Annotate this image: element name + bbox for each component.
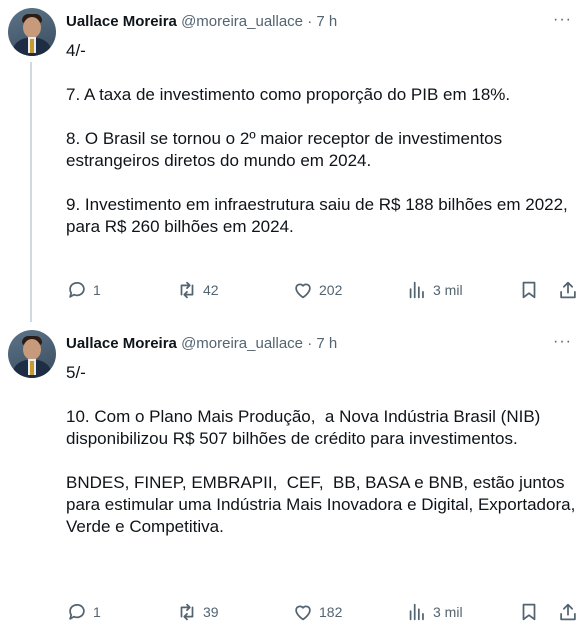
tweet-actions: 1 42 202 3 mil: [66, 278, 584, 302]
views-count: 3 mil: [433, 604, 463, 620]
more-options-icon[interactable]: ···: [553, 332, 572, 352]
share-icon: [560, 603, 576, 621]
reply-button[interactable]: 1: [66, 600, 101, 624]
timestamp[interactable]: 7 h: [316, 13, 337, 30]
tweet-feed: Uallace Moreira @moreira_uallace · 7 h ·…: [0, 0, 584, 633]
like-button[interactable]: 202: [292, 278, 342, 302]
retweet-button[interactable]: 42: [176, 278, 219, 302]
reply-button[interactable]: 1: [66, 278, 101, 302]
bookmark-icon: [522, 281, 536, 299]
retweet-count: 42: [203, 282, 219, 298]
author-handle[interactable]: @moreira_uallace: [181, 13, 303, 30]
author-name[interactable]: Uallace Moreira: [66, 13, 177, 30]
like-count: 182: [319, 604, 343, 620]
share-button[interactable]: [557, 600, 579, 624]
views-chart-icon: [409, 281, 424, 299]
tweet-header: Uallace Moreira @moreira_uallace · 7 h: [66, 12, 337, 32]
reply-icon: [69, 281, 85, 298]
share-icon: [560, 281, 576, 299]
thread-connector-line: [30, 62, 32, 322]
like-button[interactable]: 182: [292, 600, 342, 624]
retweet-count: 39: [203, 604, 219, 620]
heart-icon: [295, 605, 311, 621]
retweet-icon: [180, 603, 194, 621]
more-options-icon[interactable]: ···: [553, 10, 572, 30]
tweet-text: 4/- 7. A taxa de investimento como propo…: [66, 41, 568, 236]
separator-dot: ·: [307, 335, 313, 352]
avatar[interactable]: [8, 330, 56, 378]
author-handle[interactable]: @moreira_uallace: [181, 335, 303, 352]
retweet-button[interactable]: 39: [176, 600, 219, 624]
bookmark-button[interactable]: [518, 278, 540, 302]
author-name[interactable]: Uallace Moreira: [66, 335, 177, 352]
timestamp[interactable]: 7 h: [316, 335, 337, 352]
tweet[interactable]: Uallace Moreira @moreira_uallace · 7 h ·…: [0, 0, 584, 322]
reply-count: 1: [93, 604, 101, 620]
views-chart-icon: [409, 603, 424, 621]
reply-count: 1: [93, 282, 101, 298]
tweet-text: 5/- 10. Com o Plano Mais Produção, a Nov…: [66, 363, 576, 536]
separator-dot: ·: [307, 13, 313, 30]
share-button[interactable]: [557, 278, 579, 302]
retweet-icon: [180, 281, 194, 299]
views-button[interactable]: 3 mil: [406, 278, 463, 302]
bookmark-icon: [522, 603, 536, 621]
tweet[interactable]: Uallace Moreira @moreira_uallace · 7 h ·…: [0, 322, 584, 633]
views-count: 3 mil: [433, 282, 463, 298]
tweet-header: Uallace Moreira @moreira_uallace · 7 h: [66, 334, 337, 354]
tweet-actions: 1 39 182 3 mil: [66, 600, 584, 624]
like-count: 202: [319, 282, 343, 298]
avatar[interactable]: [8, 8, 56, 56]
heart-icon: [295, 283, 311, 299]
views-button[interactable]: 3 mil: [406, 600, 463, 624]
bookmark-button[interactable]: [518, 600, 540, 624]
reply-icon: [69, 603, 85, 620]
